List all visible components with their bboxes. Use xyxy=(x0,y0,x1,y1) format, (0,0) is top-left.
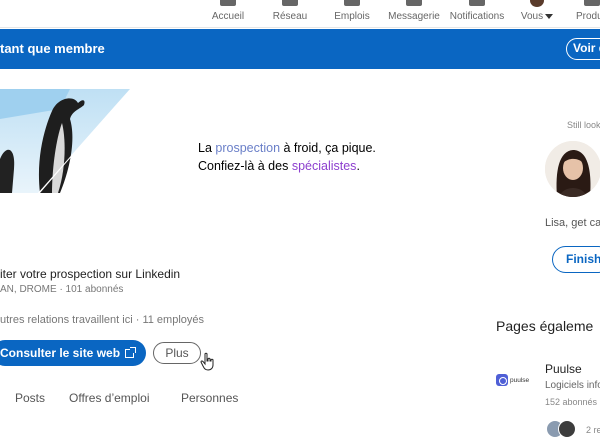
nav-home-label: Accueil xyxy=(211,11,245,22)
lisa-avatar xyxy=(545,141,600,197)
puulse-logo-word: puulse xyxy=(510,376,530,384)
company-relations[interactable]: utres relations travaillent ici · 11 emp… xyxy=(0,314,204,326)
cover-line-1-highlight: prospection xyxy=(215,141,281,155)
nav-messaging-label: Messagerie xyxy=(388,11,440,22)
nav-jobs[interactable]: Emplois xyxy=(334,0,370,28)
cover-tagline: La prospection à froid, ça pique. Confie… xyxy=(198,139,376,175)
banner-text: tant que membre xyxy=(0,41,105,56)
cover-line-2-a: Confiez-là à des xyxy=(198,159,292,173)
bell-icon xyxy=(469,0,485,6)
company-tabs: Posts Offres d’emploi Personnes xyxy=(0,391,468,411)
avatar xyxy=(558,420,576,438)
cover-line-1-a: La xyxy=(198,141,216,155)
similar-pages-heading: Pages égaleme xyxy=(496,318,594,334)
puulse-followers: 152 abonnés xyxy=(545,397,598,407)
tab-posts[interactable]: Posts xyxy=(15,391,45,405)
lisa-avatar-image xyxy=(545,141,600,197)
nav-me[interactable]: Vous xyxy=(519,0,555,28)
nav-home[interactable]: Accueil xyxy=(211,0,245,28)
cover-line-2: Confiez-là à des spécialistes. xyxy=(198,157,376,175)
me-avatar xyxy=(530,0,544,7)
external-link-icon xyxy=(125,347,137,358)
mutual-connections-count: 2 re xyxy=(586,425,600,435)
nav-products-label: Produ xyxy=(576,11,600,22)
cover-penguin-image xyxy=(0,89,130,193)
briefcase-icon xyxy=(344,0,360,6)
network-icon xyxy=(282,0,298,6)
home-icon xyxy=(220,0,236,6)
nav-notifications[interactable]: Notifications xyxy=(449,0,505,28)
hand-cursor-icon xyxy=(200,352,214,371)
nav-network[interactable]: Réseau xyxy=(272,0,308,28)
nav-products[interactable]: Produ xyxy=(576,0,600,28)
banner-view-button[interactable]: Voir d xyxy=(566,38,600,60)
nav-network-label: Réseau xyxy=(272,11,308,22)
company-tagline: iter votre prospection sur Linkedin xyxy=(0,267,181,281)
more-button[interactable]: Plus xyxy=(153,342,201,364)
company-location: AN, DROME · 101 abonnés xyxy=(0,284,124,295)
cover-line-2-b: . xyxy=(356,159,360,173)
puulse-logo[interactable]: puulse xyxy=(496,371,534,389)
tab-jobs[interactable]: Offres d’emploi xyxy=(69,391,149,405)
member-banner: tant que membre Voir d xyxy=(0,29,600,69)
nav-me-label: Vous xyxy=(520,11,544,22)
company-card: La prospection à froid, ça pique. Confie… xyxy=(0,69,468,446)
puulse-subtitle: Logiciels info xyxy=(545,380,600,391)
nav-messaging[interactable]: Messagerie xyxy=(388,0,440,28)
visit-website-label: Consulter le site web xyxy=(0,346,121,360)
cover-line-1-b: à froid, ça pique. xyxy=(280,141,376,155)
nav-notifications-label: Notifications xyxy=(449,11,505,22)
cover-line-2-highlight: spécialistes xyxy=(291,159,357,173)
top-nav: Accueil Réseau Emplois Messagerie Notifi… xyxy=(0,0,600,28)
nav-jobs-label: Emplois xyxy=(334,11,370,22)
puulse-mark-icon xyxy=(496,374,508,386)
right-sidebar: Still look Lisa, get ca Finish Pages éga… xyxy=(478,69,600,446)
still-looking-text: Still look xyxy=(567,120,600,130)
message-icon xyxy=(406,0,422,6)
grid-icon xyxy=(584,0,600,6)
mutual-connections-avatars xyxy=(546,420,576,440)
lisa-text: Lisa, get ca xyxy=(545,217,600,229)
cover-line-1: La prospection à froid, ça pique. xyxy=(198,139,376,157)
visit-website-button[interactable]: Consulter le site web xyxy=(0,340,146,366)
puulse-name[interactable]: Puulse xyxy=(545,362,582,376)
tab-people[interactable]: Personnes xyxy=(181,391,238,405)
caret-down-icon xyxy=(545,13,554,19)
finish-button[interactable]: Finish xyxy=(552,246,600,273)
